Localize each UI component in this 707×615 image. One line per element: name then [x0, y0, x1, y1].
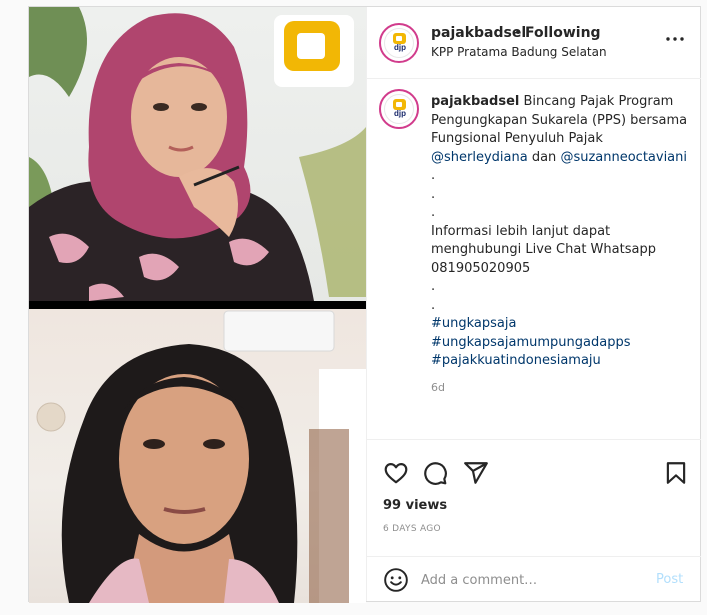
caption-text: pajakbadsel Bincang Pajak Program Pengun… [431, 93, 689, 371]
caption-age: 6d [431, 381, 445, 394]
caption-line: . [431, 168, 436, 183]
avatar-logo: djp [384, 94, 414, 124]
share-icon[interactable] [463, 460, 489, 486]
following-button[interactable]: Following [525, 25, 601, 41]
more-options-icon[interactable] [665, 29, 685, 49]
views-count[interactable]: 99 views [383, 498, 447, 513]
caption-line: menghubungi Live Chat Whatsapp [431, 242, 656, 257]
caption-line: Fungsional Penyuluh Pajak [431, 131, 603, 146]
caption-line: Pengungkapan Sukarela (PPS) bersama [431, 112, 688, 128]
location-link[interactable]: KPP Pratama Badung Selatan [431, 45, 607, 59]
hashtag-link[interactable]: #ungkapsajamumpungadapps [431, 334, 689, 353]
post-media[interactable] [29, 7, 366, 603]
mention-join: dan [527, 149, 561, 165]
username-link[interactable]: pajakbadsel [431, 25, 526, 41]
avatar-text: djp [394, 43, 406, 52]
avatar[interactable]: djp [379, 23, 419, 63]
caption-line: . [431, 205, 436, 220]
comment-input[interactable] [421, 569, 641, 591]
hashtag-link[interactable]: #pajakkuatindonesiamaju [431, 352, 689, 371]
caption-section: djp pajakbadsel Bincang Pajak Program Pe… [367, 79, 701, 439]
avatar-logo: djp [384, 28, 414, 58]
post-actions: 99 views 6 DAYS AGO Post [367, 439, 701, 601]
instagram-post: djp pajakbadsel • Following KPP Pratama … [28, 6, 701, 603]
mention-link[interactable]: @sherleydiana [431, 150, 528, 165]
caption-line: 081905020905 [431, 260, 531, 276]
avatar-text: djp [394, 109, 406, 118]
caption-line: . [431, 186, 436, 202]
post-side-panel: djp pajakbadsel • Following KPP Pratama … [366, 7, 701, 601]
video-frame-top [29, 7, 366, 301]
speaker-two-image [36, 310, 366, 603]
post-timestamp: 6 DAYS AGO [383, 524, 441, 534]
caption-line: Informasi lebih lanjut dapat [431, 223, 611, 239]
speaker-one-image [29, 7, 366, 301]
post-comment-button[interactable]: Post [656, 572, 683, 587]
hashtag-link[interactable]: #ungkapsaja [431, 315, 689, 334]
caption-line: Bincang Pajak Program [523, 94, 674, 109]
video-frame-bottom [29, 309, 366, 603]
comment-icon[interactable] [422, 460, 448, 486]
caption-line: . [431, 297, 436, 313]
emoji-icon[interactable] [383, 567, 409, 593]
bookmark-icon[interactable] [663, 460, 689, 486]
caption-username[interactable]: pajakbadsel [431, 94, 519, 109]
caption-avatar[interactable]: djp [379, 89, 419, 129]
separator-dot: • [514, 25, 523, 41]
post-header: djp pajakbadsel • Following KPP Pratama … [367, 7, 701, 79]
caption-line: . [431, 279, 436, 294]
mention-link[interactable]: @suzanneoctaviani [560, 150, 687, 165]
heart-icon[interactable] [383, 460, 409, 486]
comment-bar: Post [367, 556, 701, 602]
